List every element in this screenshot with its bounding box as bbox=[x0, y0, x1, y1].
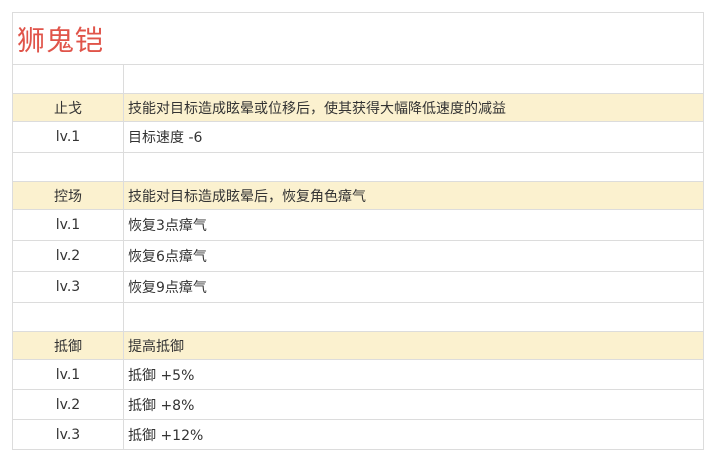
section-header-row: 抵御 提高抵御 bbox=[13, 332, 704, 360]
level-cell: lv.2 bbox=[13, 390, 124, 419]
effect-cell: 目标速度 -6 bbox=[124, 122, 704, 152]
effect-cell: 抵御 +5% bbox=[124, 360, 704, 389]
section-description: 提高抵御 bbox=[124, 332, 704, 359]
section-header-row: 控场 技能对目标造成眩晕后，恢复角色瘴气 bbox=[13, 182, 704, 210]
title-row: 狮鬼铠 bbox=[13, 13, 704, 65]
table-row: lv.2 抵御 +8% bbox=[13, 390, 704, 420]
page-title: 狮鬼铠 bbox=[17, 23, 105, 57]
effect-cell: 恢复3点瘴气 bbox=[124, 210, 704, 240]
section-header-row: 止戈 技能对目标造成眩晕或位移后，使其获得大幅降低速度的减益 bbox=[13, 94, 704, 122]
spacer-row bbox=[13, 303, 704, 332]
effect-cell: 恢复6点瘴气 bbox=[124, 241, 704, 271]
table-row: lv.2 恢复6点瘴气 bbox=[13, 241, 704, 272]
table-row: lv.1 恢复3点瘴气 bbox=[13, 210, 704, 241]
section-description: 技能对目标造成眩晕后，恢复角色瘴气 bbox=[124, 182, 704, 209]
section-name: 抵御 bbox=[13, 332, 124, 359]
table-row: lv.1 抵御 +5% bbox=[13, 360, 704, 390]
level-cell: lv.2 bbox=[13, 241, 124, 271]
section-name: 止戈 bbox=[13, 94, 124, 121]
effect-cell: 抵御 +8% bbox=[124, 390, 704, 419]
level-cell: lv.3 bbox=[13, 420, 124, 449]
spacer-row bbox=[13, 153, 704, 182]
spacer-row bbox=[13, 65, 704, 94]
effect-cell: 抵御 +12% bbox=[124, 420, 704, 449]
table-row: lv.3 恢复9点瘴气 bbox=[13, 272, 704, 303]
table-row: lv.3 抵御 +12% bbox=[13, 420, 704, 450]
section-description: 技能对目标造成眩晕或位移后，使其获得大幅降低速度的减益 bbox=[124, 94, 704, 121]
level-cell: lv.1 bbox=[13, 210, 124, 240]
level-cell: lv.3 bbox=[13, 272, 124, 302]
table-row: lv.1 目标速度 -6 bbox=[13, 122, 704, 153]
section-name: 控场 bbox=[13, 182, 124, 209]
effect-cell: 恢复9点瘴气 bbox=[124, 272, 704, 302]
level-cell: lv.1 bbox=[13, 122, 124, 152]
equipment-table: 狮鬼铠 止戈 技能对目标造成眩晕或位移后，使其获得大幅降低速度的减益 lv.1 … bbox=[12, 12, 704, 450]
level-cell: lv.1 bbox=[13, 360, 124, 389]
